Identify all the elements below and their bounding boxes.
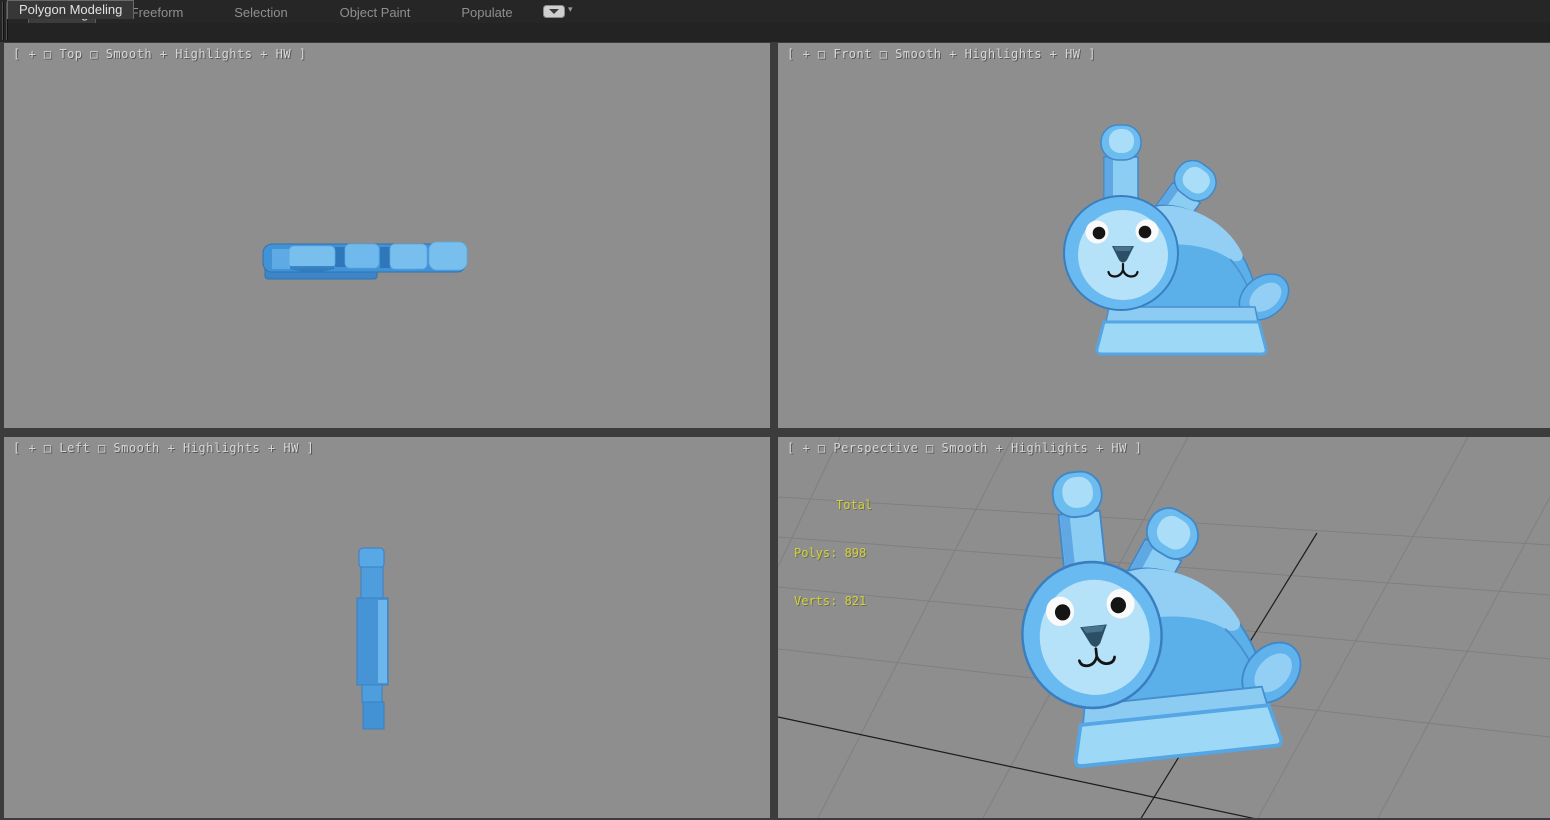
panel-tab-polygon-modeling[interactable]: Polygon Modeling bbox=[7, 0, 135, 19]
bunny-model-perspective bbox=[1003, 447, 1322, 773]
tab-populate[interactable]: Populate bbox=[455, 2, 519, 23]
ribbon-panel-row bbox=[0, 23, 1550, 42]
stats-verts: Verts: 821 bbox=[794, 594, 867, 608]
viewport-perspective[interactable]: [ + □ Perspective □ Smooth + Highlights … bbox=[778, 437, 1550, 818]
tab-object-paint[interactable]: Object Paint bbox=[333, 2, 417, 23]
viewport-front-label[interactable]: [ + □ Front □ Smooth + Highlights + HW ] bbox=[787, 47, 1096, 61]
viewport-top[interactable]: [ + □ Top □ Smooth + Highlights + HW ] bbox=[4, 43, 770, 428]
viewport-perspective-label[interactable]: [ + □ Perspective □ Smooth + Highlights … bbox=[787, 441, 1142, 455]
stats-polys: Polys: 898 bbox=[794, 546, 867, 560]
viewport-left-label[interactable]: [ + □ Left □ Smooth + Highlights + HW ] bbox=[13, 441, 314, 455]
bunny-top-view bbox=[262, 241, 468, 280]
stats-total-label: Total bbox=[836, 498, 873, 512]
viewport-top-label[interactable]: [ + □ Top □ Smooth + Highlights + HW ] bbox=[13, 47, 307, 61]
ribbon-minimize-icon[interactable] bbox=[543, 5, 565, 18]
viewport-left[interactable]: [ + □ Left □ Smooth + Highlights + HW ] bbox=[4, 437, 770, 818]
bunny-left-view bbox=[356, 547, 389, 730]
viewport-perspective-canvas bbox=[778, 437, 1550, 818]
viewport-front-canvas bbox=[1062, 123, 1300, 356]
ribbon: Modeling Freeform Selection Object Paint… bbox=[0, 0, 1550, 42]
viewport-front[interactable]: [ + □ Front □ Smooth + Highlights + HW ] bbox=[778, 43, 1550, 428]
viewport-left-canvas bbox=[356, 547, 389, 730]
tab-selection[interactable]: Selection bbox=[227, 2, 295, 23]
application-window: Modeling Freeform Selection Object Paint… bbox=[0, 0, 1550, 820]
bunny-model-front bbox=[1062, 123, 1300, 356]
ribbon-minimize-caret-icon[interactable]: ▾ bbox=[568, 3, 573, 16]
statistics-overlay: Total Polys: 898 Verts: 821 bbox=[794, 465, 872, 641]
viewport-top-canvas bbox=[262, 241, 468, 280]
